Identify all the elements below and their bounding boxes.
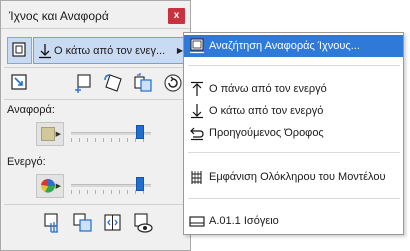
active-label: Ενεργό: [7, 156, 46, 168]
eye-button[interactable] [132, 212, 154, 234]
palette-title: Ίχνος και Αναφορά [9, 9, 109, 23]
menu-item-find-reference[interactable]: Αναζήτηση Αναφοράς Ίχνους... [184, 35, 403, 57]
reference-selector-dropdown[interactable]: Ο κάτω από τον ενεγ... ▶ [33, 37, 187, 64]
trace-reference-palette: Ίχνος και Αναφορά x Ο κάτω από τον ενεγ.… [0, 0, 191, 251]
drag-icon [75, 74, 91, 93]
mirror-button[interactable] [132, 72, 154, 94]
arrow-down-icon [39, 44, 51, 59]
divider [4, 99, 187, 100]
menu-item-label: A.01.1 Ισόγειο [209, 215, 279, 227]
compare-button[interactable] [72, 212, 94, 234]
active-color-button[interactable]: ▶ [36, 174, 64, 198]
palette-titlebar[interactable]: Ίχνος και Αναφορά x [1, 1, 190, 29]
previous-story-icon [190, 127, 204, 141]
arrow-up-icon [191, 81, 203, 96]
reference-color-button[interactable]: ▶ [36, 122, 64, 146]
move-trace-icon [11, 74, 27, 90]
reference-selector-value: Ο κάτω από τον ενεγ... [54, 45, 166, 57]
drag-button[interactable] [72, 72, 94, 94]
reference-dropdown-menu: Αναζήτηση Αναφοράς Ίχνους... Ο πάνω από … [183, 32, 404, 235]
whole-model-icon [191, 171, 202, 184]
trace-toggle-icon [12, 42, 26, 57]
rotate-icon [104, 74, 122, 92]
divider [4, 67, 187, 68]
slider-thumb[interactable] [136, 177, 144, 191]
reset-button[interactable] [162, 72, 184, 94]
slider-thumb[interactable] [136, 125, 144, 139]
chevron-right-icon: ▶ [55, 183, 61, 190]
mirror-icon [134, 73, 152, 92]
chevron-right-icon: ▶ [55, 131, 61, 138]
reference-combo-row: Ο κάτω από τον ενεγ... ▶ [7, 37, 187, 64]
close-icon: x [173, 10, 180, 21]
switch-icon [104, 214, 121, 231]
arrow-down-icon [191, 104, 203, 119]
reset-icon [164, 74, 182, 92]
menu-item-previous-story[interactable]: Προηγούμενος Όροφος [184, 122, 403, 144]
trace-toggle-button[interactable] [7, 37, 32, 64]
story-icon [189, 216, 205, 227]
active-intensity-slider[interactable] [71, 175, 151, 195]
menu-item-below-active[interactable]: Ο κάτω από τον ενεργό [184, 100, 403, 122]
menu-item-label: Ο κάτω από τον ενεργό [209, 105, 324, 117]
switch-button[interactable] [102, 212, 124, 234]
search-reference-icon [190, 38, 204, 54]
menu-item-label: Προηγούμενος Όροφος [209, 127, 324, 139]
move-trace-button[interactable] [9, 72, 31, 94]
rotate-button[interactable] [102, 72, 124, 94]
compare-icon [73, 213, 92, 232]
reference-color-swatch [41, 127, 55, 141]
reference-intensity-slider[interactable] [71, 123, 151, 143]
menu-item-label: Αναζήτηση Αναφοράς Ίχνους... [209, 40, 360, 52]
close-button[interactable]: x [168, 8, 185, 24]
eye-icon [134, 213, 153, 233]
menu-item-above-active[interactable]: Ο πάνω από τον ενεργό [184, 78, 403, 100]
menu-item-story-a011[interactable]: A.01.1 Ισόγειο [184, 210, 403, 232]
divider [188, 65, 400, 66]
divider [188, 152, 400, 153]
hand-icon [44, 213, 58, 233]
menu-item-show-whole-model[interactable]: Εμφάνιση Ολόκληρου του Μοντέλου [184, 166, 403, 188]
menu-item-label: Ο πάνω από τον ενεργό [209, 83, 327, 95]
reference-label: Αναφορά: [7, 104, 55, 116]
divider [4, 204, 187, 205]
multicolor-icon [41, 179, 55, 193]
divider [188, 198, 400, 199]
menu-item-label: Εμφάνιση Ολόκληρου του Μοντέλου [209, 171, 386, 183]
hand-button[interactable] [42, 212, 64, 234]
